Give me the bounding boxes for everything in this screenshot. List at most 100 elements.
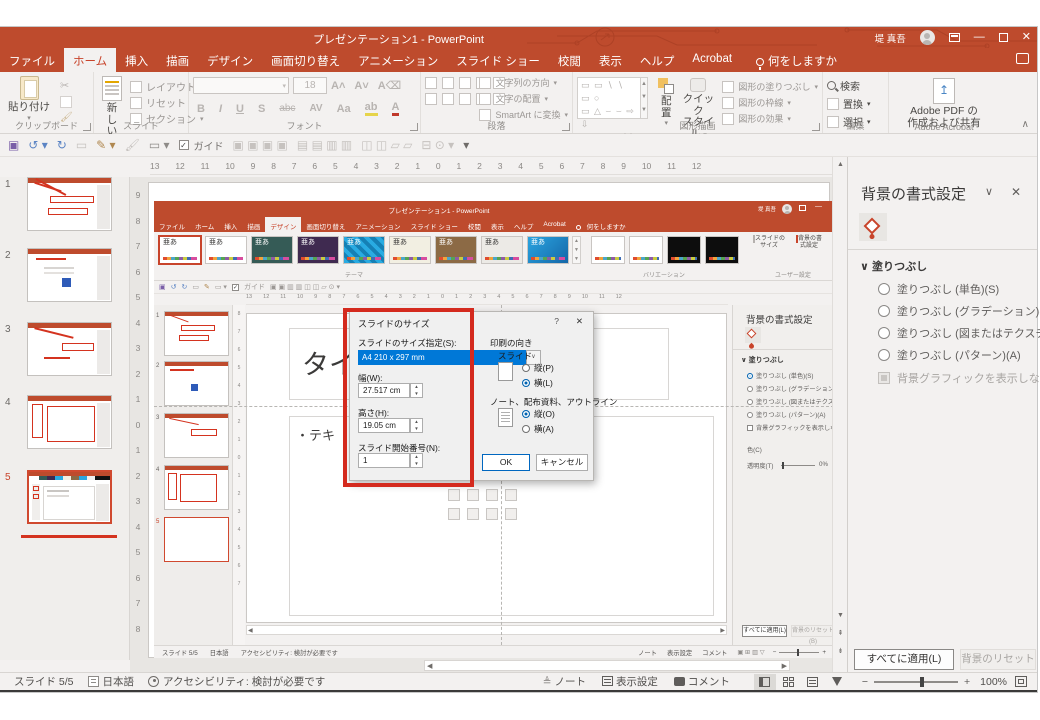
qat-more-icon[interactable]: ▾ [463,138,469,152]
bold-button[interactable]: B [197,103,205,115]
tab-acrobat[interactable]: Acrobat [683,48,741,72]
shapes-gallery[interactable]: ▭ ▭ ∖ ∖ ▭ ○ ▭ △ ⌣ ⌣ ⇨ ⇩ ○ ◦ ∿ ∿ { } [577,77,641,142]
scroll-down-icon[interactable]: ▼ [835,610,846,621]
tab-design[interactable]: デザイン [198,48,262,72]
paragraph-dialog-launcher[interactable] [562,123,570,131]
dialog-help-button[interactable]: ? [554,316,559,326]
bullets-icon[interactable] [425,77,437,89]
user-avatar[interactable] [919,30,935,45]
quick-styles-button[interactable]: クイックスタイル ▾ [678,77,718,142]
fit-to-window-icon[interactable] [1015,676,1027,687]
zoom-in-button[interactable]: + [964,676,970,688]
shrink-font-icon[interactable]: A˅ [354,80,368,92]
fill-pattern-radio[interactable]: 塗りつぶし (パターン)(A) [878,347,1021,363]
close-button[interactable]: ✕ [1022,27,1031,48]
italic-button[interactable]: I [219,103,222,115]
tab-insert[interactable]: 挿入 [116,48,157,72]
zoom-level[interactable]: 100% [980,676,1007,688]
tab-transitions[interactable]: 画面切り替え [262,48,349,72]
qat-icon-group4[interactable]: ⊟ ⊙ ▾ [421,138,454,152]
drawing-dialog-launcher[interactable] [812,123,820,131]
underline-button[interactable]: U [236,103,244,115]
minimize-button[interactable]: — [974,27,985,48]
ink-icon[interactable]: ✎ ▾ [96,138,115,152]
character-spacing-icon[interactable]: AV [309,103,322,114]
qat-icon-group2[interactable]: ▤ ▤ ▥ ▥ [297,138,352,152]
fill-bucket-icon[interactable] [859,213,887,241]
tab-slideshow[interactable]: スライド ショー [447,48,549,72]
notes-landscape-radio[interactable]: 横(A) [522,423,554,435]
highlight-color-icon[interactable]: ab [364,101,378,116]
horizontal-scrollbar[interactable]: ◀ ▶ [424,660,790,671]
fill-gradient-radio[interactable]: 塗りつぶし (グラデーション)(G) [878,303,1040,319]
grow-font-icon[interactable]: A˄ [331,80,345,92]
align-left-icon[interactable] [425,93,437,105]
tab-animations[interactable]: アニメーション [349,48,447,72]
feedback-icon[interactable] [1016,53,1029,64]
hide-background-checkbox[interactable]: 背景グラフィックを表示しない(H) [878,370,1040,386]
slide-thumbnail-2[interactable] [27,248,112,302]
tab-view[interactable]: 表示 [590,48,631,72]
scroll-right-icon[interactable]: ▶ [782,662,787,670]
arrange-button[interactable]: 配置 ▾ [654,77,678,142]
cut-icon[interactable]: ✂ [60,79,73,92]
notes-button[interactable]: ≜ ノート [543,674,586,689]
comments-button[interactable]: コメント [673,674,730,689]
font-color-icon[interactable]: A [391,101,400,116]
font-dialog-launcher[interactable] [410,123,418,131]
slide-thumbnail-4[interactable] [27,395,112,449]
redo-icon[interactable]: ↻ [57,138,67,152]
display-settings-button[interactable]: 表示設定 [602,674,658,689]
tell-me-box[interactable]: 何をしますか [747,48,846,72]
replace-button[interactable]: 置換 ▾ [827,96,884,111]
normal-view-button[interactable] [753,673,776,690]
slide-sorter-button[interactable] [778,674,800,690]
fill-solid-radio[interactable]: 塗りつぶし (単色)(S) [878,281,999,297]
current-slide[interactable]: プレゼンテーション1 - PowerPoint 堤 真吾 — ファイル ホーム … [148,182,832,658]
ribbon-display-options-icon[interactable] [948,33,960,42]
slide-thumbnail-3[interactable] [27,322,112,376]
slide-landscape-radio[interactable]: 横(L) [522,377,553,389]
tab-draw[interactable]: 描画 [157,48,198,72]
scroll-left-icon[interactable]: ◀ [427,662,432,670]
decrease-indent-icon[interactable] [459,77,471,89]
ok-button[interactable]: OK [482,454,530,471]
font-name-combobox[interactable]: ▾ [193,77,289,94]
panel-close-icon[interactable]: ✕ [1011,185,1021,199]
slide-screenshot-image[interactable]: プレゼンテーション1 - PowerPoint 堤 真吾 — ファイル ホーム … [154,201,832,658]
qat-icon-group3[interactable]: ◫ ◫ ▱ ▱ [361,138,412,152]
collapse-ribbon-icon[interactable]: ∧ [1022,119,1029,130]
shape-outline-button[interactable]: 図形の枠線 ▾ [722,95,818,110]
fill-picture-radio[interactable]: 塗りつぶし (図またはテクスチャ)(P) [878,325,1040,341]
paste-button[interactable]: 貼り付け ▾ [4,75,54,123]
clipboard-dialog-launcher[interactable] [83,123,91,131]
clear-formatting-icon[interactable]: A⌫ [378,79,402,92]
apply-to-all-button[interactable]: すべてに適用(L) [854,649,954,670]
numbering-icon[interactable] [442,77,454,89]
slide-portrait-radio[interactable]: 縦(P) [522,362,554,374]
shape-qat-icon[interactable]: ▭ ▾ [149,138,170,152]
fill-section-header[interactable]: ∨ 塗りつぶし [860,258,927,274]
shapes-scroll-arrows[interactable]: ▲ ▼ ▼ [640,77,649,119]
qat-icon-group1[interactable]: ▣ ▣ ▣ ▣ [233,138,288,152]
tab-review[interactable]: 校閲 [549,48,590,72]
change-case-icon[interactable]: Aa [337,103,351,115]
slideshow-button[interactable] [826,674,848,690]
align-text-button[interactable]: 文字の配置 ▾ [479,91,568,106]
vertical-scrollbar[interactable]: ▲ ▼ ⇞ ⇟ [832,157,847,672]
tab-help[interactable]: ヘルプ [631,48,684,72]
scroll-up-icon[interactable]: ▲ [835,159,846,170]
strikethrough-button[interactable]: abc [279,103,295,114]
format-painter-qat-icon[interactable]: 🖌 [125,138,140,152]
reset-background-button[interactable]: 背景のリセット(B) [960,649,1036,684]
zoom-slider-thumb[interactable] [920,676,924,687]
find-button[interactable]: 検索 [827,78,884,93]
language-indicator[interactable]: 日本語 [103,674,135,689]
annotation-rectangle[interactable] [343,308,474,487]
next-slide-icon[interactable]: ⇟ [835,646,846,657]
red-line-annotation[interactable] [21,535,117,538]
display-settings-icon[interactable] [87,676,99,687]
text-direction-button[interactable]: 文字列の方向 ▾ [479,75,568,90]
copy-icon[interactable] [60,96,72,108]
slide-thumbnail-1[interactable] [27,177,112,231]
